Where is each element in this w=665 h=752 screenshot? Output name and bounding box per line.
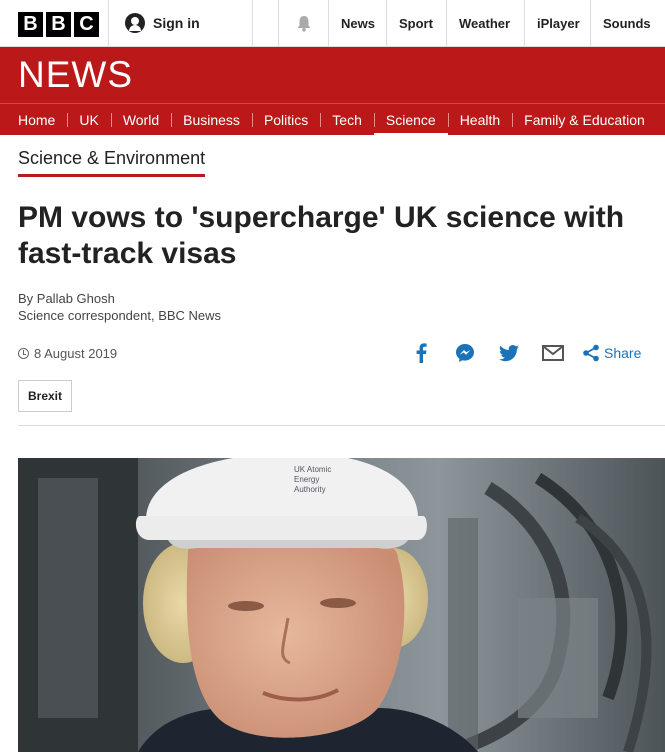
top-nav-weather[interactable]: Weather — [446, 0, 524, 46]
section-nav-tech[interactable]: Tech — [320, 104, 374, 136]
date-text: 8 August 2019 — [34, 346, 118, 361]
author-role: Science correspondent, BBC News — [18, 308, 222, 323]
share-button[interactable]: Share — [582, 344, 641, 362]
top-nav-sounds[interactable]: Sounds — [590, 0, 665, 46]
news-banner: NEWS — [0, 47, 665, 103]
facebook-share-button[interactable] — [410, 342, 432, 364]
helmet-text-2: Energy — [294, 475, 319, 484]
twitter-share-button[interactable] — [498, 342, 520, 364]
logo-letter: C — [74, 12, 99, 37]
section-nav-family-education[interactable]: Family & Education — [512, 104, 657, 136]
email-icon — [542, 345, 564, 361]
section-nav-politics[interactable]: Politics — [251, 104, 320, 136]
clock-icon — [18, 348, 29, 359]
helmet-text-1: UK Atomic — [294, 465, 331, 474]
section-title[interactable]: Science & Environment — [18, 148, 206, 177]
notifications-button[interactable] — [278, 0, 329, 46]
sign-in-label: Sign in — [153, 15, 200, 31]
top-nav-iplayer[interactable]: iPlayer — [524, 0, 590, 46]
bell-icon — [297, 16, 311, 32]
share-bar: Share — [410, 342, 641, 364]
topic-tag-brexit[interactable]: Brexit — [18, 380, 72, 412]
section-nav-health[interactable]: Health — [447, 104, 512, 136]
helmet-text-3: Authority — [294, 485, 326, 494]
article-headline: PM vows to 'supercharge' UK science with… — [18, 201, 625, 270]
sign-in-button[interactable]: Sign in — [108, 0, 253, 46]
top-nav-sport[interactable]: Sport — [386, 0, 446, 46]
top-bar: B B C Sign in News Sport Weather iPlayer… — [0, 0, 665, 47]
section-nav-science[interactable]: Science — [373, 104, 448, 136]
messenger-icon — [456, 344, 474, 362]
byline: By Pallab Ghosh Science correspondent, B… — [18, 290, 221, 324]
section-nav-world[interactable]: World — [110, 104, 171, 136]
twitter-icon — [499, 344, 519, 361]
article-date: 8 August 2019 — [18, 346, 117, 361]
section-nav-home[interactable]: Home — [6, 104, 67, 136]
top-nav-news[interactable]: News — [328, 0, 386, 46]
section-nav-business[interactable]: Business — [171, 104, 252, 136]
email-share-button[interactable] — [542, 342, 564, 364]
section-nav-uk[interactable]: UK — [67, 104, 110, 136]
divider — [18, 425, 665, 426]
share-label: Share — [604, 345, 642, 361]
logo-letter: B — [46, 12, 71, 37]
user-icon — [125, 13, 145, 33]
logo-letter: B — [18, 12, 43, 37]
share-icon — [583, 344, 599, 362]
messenger-share-button[interactable] — [454, 342, 476, 364]
top-nav: News Sport Weather iPlayer Sounds — [328, 0, 665, 46]
news-logo[interactable]: NEWS — [18, 54, 133, 96]
section-nav: Home UK World Business Politics Tech Sci… — [0, 103, 665, 136]
author-name: By Pallab Ghosh — [18, 291, 115, 306]
facebook-icon — [416, 343, 427, 363]
bbc-logo[interactable]: B B C — [18, 12, 99, 37]
article-photo: UK Atomic Energy Authority — [18, 458, 665, 752]
article-image: UK Atomic Energy Authority — [18, 458, 665, 752]
